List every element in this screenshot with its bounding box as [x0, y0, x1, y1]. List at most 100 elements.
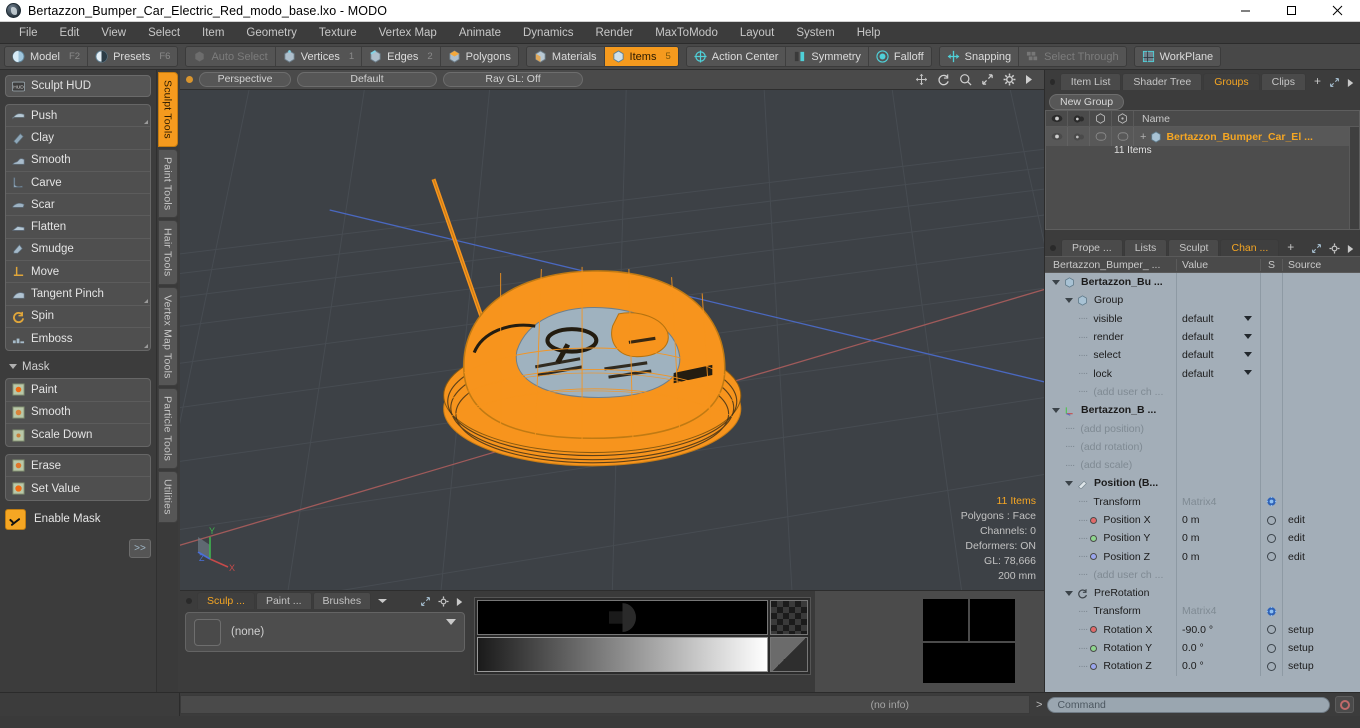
- tree-disclosure-icon[interactable]: [1065, 590, 1073, 596]
- action-center-button[interactable]: Action Center: [687, 47, 787, 66]
- channel-row[interactable]: ···· render default: [1045, 327, 1360, 347]
- channel-row[interactable]: ···· Rotation X -90.0 ° setup: [1045, 620, 1360, 639]
- channel-source-cell[interactable]: [1283, 493, 1360, 511]
- channel-s-cell[interactable]: [1261, 401, 1283, 420]
- row-render-toggle[interactable]: [1068, 127, 1090, 146]
- play-arrow-icon[interactable]: [1347, 78, 1355, 88]
- channel-source-cell[interactable]: [1283, 584, 1360, 602]
- tool-scar[interactable]: Scar: [6, 194, 150, 217]
- mask-section-header[interactable]: Mask: [5, 358, 151, 375]
- select-through-button[interactable]: Select Through: [1019, 47, 1125, 66]
- play-arrow-icon[interactable]: [456, 597, 464, 607]
- brush-preset-selector[interactable]: (none): [185, 612, 465, 652]
- channel-row[interactable]: ···· (add position): [1045, 419, 1360, 438]
- menu-dynamics[interactable]: Dynamics: [512, 24, 584, 42]
- tool-flatten[interactable]: Flatten: [6, 216, 150, 239]
- mask-tool-scale-down[interactable]: Scale Down: [6, 424, 150, 446]
- channel-state-ring-icon[interactable]: [1267, 625, 1276, 635]
- channel-value-cell[interactable]: [1177, 455, 1261, 475]
- viewport-shading-dropdown[interactable]: Default: [297, 72, 437, 87]
- channel-value-cell[interactable]: [1177, 419, 1261, 438]
- channel-source-cell[interactable]: setup: [1283, 621, 1360, 639]
- gear-icon[interactable]: [1329, 243, 1340, 254]
- expand-icon[interactable]: [1311, 243, 1322, 254]
- menu-select[interactable]: Select: [137, 24, 191, 42]
- chevron-down-icon[interactable]: [446, 619, 456, 625]
- vtab-vertex-map-tools[interactable]: Vertex Map Tools: [157, 286, 178, 387]
- viewport-projection-dropdown[interactable]: Perspective: [199, 72, 291, 87]
- tool-push[interactable]: Push: [6, 105, 150, 128]
- channel-s-cell[interactable]: [1261, 382, 1283, 402]
- tab-groups[interactable]: Groups: [1203, 73, 1260, 90]
- channel-s-cell[interactable]: [1261, 565, 1283, 585]
- channel-state-ring-icon[interactable]: [1267, 643, 1276, 653]
- channel-value-cell[interactable]: [1177, 584, 1261, 603]
- channel-row[interactable]: Bertazzon_B ...: [1045, 401, 1360, 420]
- channel-value-cell[interactable]: 0 m: [1177, 529, 1261, 548]
- channel-value-cell[interactable]: default: [1177, 364, 1261, 383]
- add-tab-button[interactable]: +: [1280, 240, 1301, 256]
- channel-source-cell[interactable]: setup: [1283, 657, 1360, 675]
- symmetry-button[interactable]: Symmetry: [786, 47, 869, 66]
- channel-source-cell[interactable]: [1283, 383, 1360, 401]
- channel-state-ring-icon[interactable]: [1267, 661, 1276, 671]
- items-button[interactable]: Items 5: [604, 47, 678, 66]
- channel-row[interactable]: ···· Transform Matrix4: [1045, 602, 1360, 621]
- channel-s-cell[interactable]: [1261, 346, 1283, 365]
- snapping-button[interactable]: Snapping: [940, 47, 1020, 66]
- group-item[interactable]: + Bertazzon_Bumper_Car_El ...: [1134, 131, 1359, 143]
- channel-row[interactable]: PreRotation: [1045, 584, 1360, 603]
- tree-disclosure-icon[interactable]: [1065, 297, 1073, 303]
- channel-s-cell[interactable]: [1261, 547, 1283, 566]
- vertices-button[interactable]: Vertices 1: [276, 47, 363, 66]
- channel-row[interactable]: Bertazzon_Bu ...: [1045, 273, 1360, 292]
- channel-s-cell[interactable]: [1261, 419, 1283, 438]
- channel-row[interactable]: ···· Position Z 0 m edit: [1045, 547, 1360, 566]
- close-button[interactable]: [1314, 0, 1360, 22]
- tab-lists[interactable]: Lists: [1123, 239, 1168, 256]
- channel-source-cell[interactable]: [1283, 273, 1360, 291]
- channel-value-cell[interactable]: -90.0 °: [1177, 620, 1261, 639]
- tree-disclosure-icon[interactable]: [1052, 279, 1060, 285]
- chevron-down-icon[interactable]: [1244, 315, 1252, 321]
- chevron-down-icon[interactable]: [377, 597, 388, 605]
- channel-value-cell[interactable]: 0.0 °: [1177, 638, 1261, 658]
- tool-smooth[interactable]: Smooth: [6, 150, 150, 172]
- quad-preview-panel[interactable]: [815, 591, 1044, 692]
- channel-s-cell[interactable]: [1261, 291, 1283, 310]
- tab-sculpt-panel[interactable]: Sculpt: [1168, 239, 1220, 256]
- alpha-swatch-bottom[interactable]: [770, 637, 808, 672]
- channel-value-cell[interactable]: [1177, 401, 1261, 420]
- workplane-button[interactable]: WorkPlane: [1135, 47, 1221, 66]
- channel-row[interactable]: ···· (add scale): [1045, 455, 1360, 475]
- channel-source-cell[interactable]: [1283, 291, 1360, 309]
- menu-texture[interactable]: Texture: [308, 24, 368, 42]
- channel-row[interactable]: ···· (add rotation): [1045, 437, 1360, 456]
- channel-source-cell[interactable]: edit: [1283, 547, 1360, 565]
- tab-properties[interactable]: Prope ...: [1061, 239, 1123, 256]
- menu-layout[interactable]: Layout: [729, 24, 786, 42]
- minimize-button[interactable]: [1222, 0, 1268, 22]
- channel-value-cell[interactable]: [1177, 565, 1261, 585]
- polygons-button[interactable]: Polygons: [441, 47, 518, 66]
- channel-value-cell[interactable]: 0 m: [1177, 547, 1261, 566]
- channel-value-cell[interactable]: Matrix4: [1177, 492, 1261, 511]
- channel-source-cell[interactable]: setup: [1283, 639, 1360, 657]
- play-arrow-icon[interactable]: [1347, 244, 1355, 254]
- new-group-button[interactable]: New Group: [1049, 94, 1125, 110]
- channel-row[interactable]: ···· Rotation Z 0.0 ° setup: [1045, 657, 1360, 676]
- channel-source-cell[interactable]: edit: [1283, 511, 1360, 529]
- channel-s-cell[interactable]: [1261, 273, 1283, 292]
- menu-edit[interactable]: Edit: [49, 24, 91, 42]
- tab-paint[interactable]: Paint ...: [255, 592, 312, 609]
- pan-icon[interactable]: [915, 73, 928, 86]
- channel-row[interactable]: Group: [1045, 291, 1360, 310]
- zoom-icon[interactable]: [959, 73, 972, 86]
- viewport-raygl-dropdown[interactable]: Ray GL: Off: [443, 72, 583, 87]
- expand-group-icon[interactable]: +: [1140, 131, 1146, 143]
- channel-value-cell[interactable]: default: [1177, 309, 1261, 328]
- rotate-icon[interactable]: [937, 73, 950, 86]
- tree-disclosure-icon[interactable]: [1052, 407, 1060, 413]
- menu-maxtomodo[interactable]: MaxToModo: [644, 24, 729, 42]
- play-arrow-icon[interactable]: [1025, 74, 1034, 85]
